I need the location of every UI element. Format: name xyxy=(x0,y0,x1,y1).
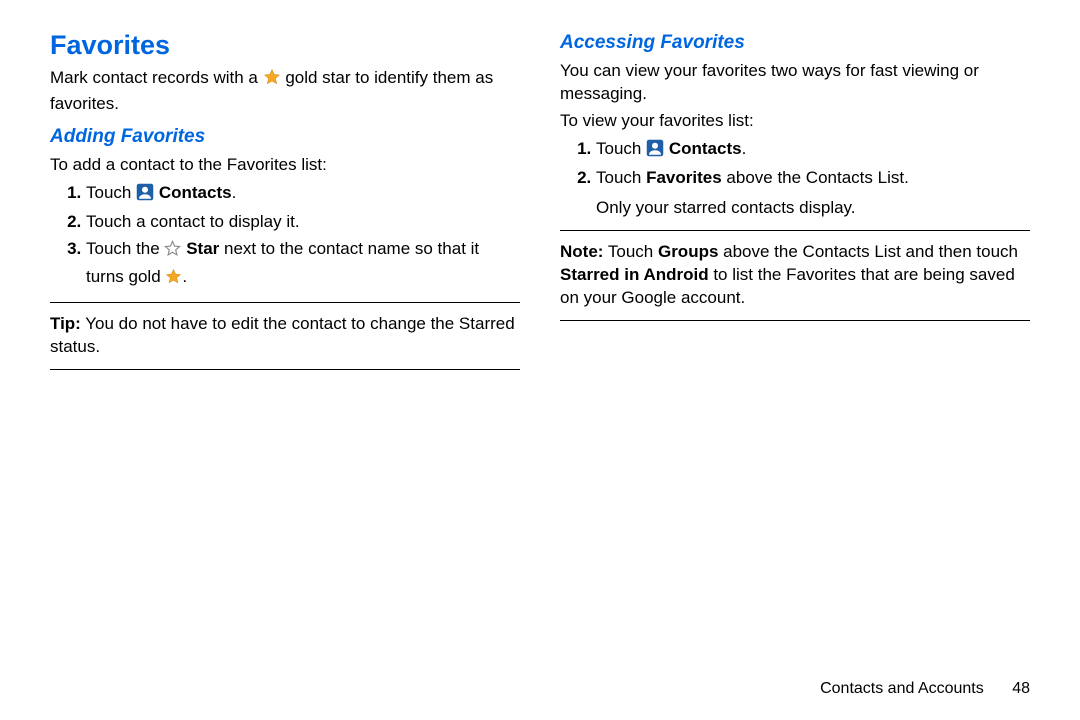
rstep2-a: Touch xyxy=(596,168,646,187)
step1-c: . xyxy=(232,183,237,202)
rstep1-c: . xyxy=(742,139,747,158)
tip-body: You do not have to edit the contact to c… xyxy=(50,314,515,356)
rule xyxy=(50,302,520,303)
rstep-2: Touch Favorites above the Contacts List. xyxy=(596,166,1030,191)
note-block: Note: Touch Groups above the Contacts Li… xyxy=(560,241,1030,310)
step-3: Touch the Star next to the contact name … xyxy=(86,237,520,292)
page-number: 48 xyxy=(1012,680,1030,698)
left-column: Favorites Mark contact records with a go… xyxy=(50,30,520,380)
footer-section: Contacts and Accounts xyxy=(820,680,984,697)
contacts-icon xyxy=(646,139,664,165)
intro-text: Mark contact records with a gold star to… xyxy=(50,67,520,116)
note-label: Note: xyxy=(560,242,603,261)
accessing-lead: To view your favorites list: xyxy=(560,110,1030,133)
note-b: Groups xyxy=(658,242,718,261)
step3-a: Touch the xyxy=(86,239,164,258)
intro-part-a: Mark contact records with a xyxy=(50,68,263,87)
two-column-layout: Favorites Mark contact records with a go… xyxy=(50,30,1030,380)
subsection-heading-accessing: Accessing Favorites xyxy=(560,32,1030,54)
star-outline-icon xyxy=(164,240,181,265)
step-1: Touch Contacts. xyxy=(86,181,520,209)
note-a: Touch xyxy=(603,242,658,261)
rule xyxy=(560,230,1030,231)
subsection-heading-adding: Adding Favorites xyxy=(50,126,520,148)
accessing-intro: You can view your favorites two ways for… xyxy=(560,60,1030,106)
rule xyxy=(560,320,1030,321)
note-text: Note: Touch Groups above the Contacts Li… xyxy=(560,241,1030,310)
rule xyxy=(50,369,520,370)
section-heading: Favorites xyxy=(50,30,520,61)
step1-a: Touch xyxy=(86,183,136,202)
tip-text: Tip: You do not have to edit the contact… xyxy=(50,313,520,359)
step-2: Touch a contact to display it. xyxy=(86,210,520,235)
star-gold-icon xyxy=(263,68,281,93)
rstep2-c: above the Contacts List. xyxy=(722,168,909,187)
rstep2-continuation: Only your starred contacts display. xyxy=(596,197,1030,220)
star-gold-icon xyxy=(165,268,182,293)
step3-d: . xyxy=(182,267,187,286)
contacts-icon xyxy=(136,183,154,209)
tip-block: Tip: You do not have to edit the contact… xyxy=(50,313,520,359)
step3-b: Star xyxy=(186,239,219,258)
rstep2-b: Favorites xyxy=(646,168,722,187)
accessing-steps-list: Touch Contacts. Touch Favorites above th… xyxy=(560,137,1030,191)
step1-b: Contacts xyxy=(159,183,232,202)
rstep1-a: Touch xyxy=(596,139,646,158)
rstep-1: Touch Contacts. xyxy=(596,137,1030,165)
manual-page: Favorites Mark contact records with a go… xyxy=(0,0,1080,720)
adding-lead: To add a contact to the Favorites list: xyxy=(50,154,520,177)
page-footer: Contacts and Accounts 48 xyxy=(820,680,1030,698)
rstep1-b: Contacts xyxy=(669,139,742,158)
adding-steps-list: Touch Contacts. Touch a contact to displ… xyxy=(50,181,520,293)
right-column: Accessing Favorites You can view your fa… xyxy=(560,30,1030,380)
note-d: Starred in Android xyxy=(560,265,709,284)
note-c: above the Contacts List and then touch xyxy=(718,242,1018,261)
tip-label: Tip: xyxy=(50,314,81,333)
